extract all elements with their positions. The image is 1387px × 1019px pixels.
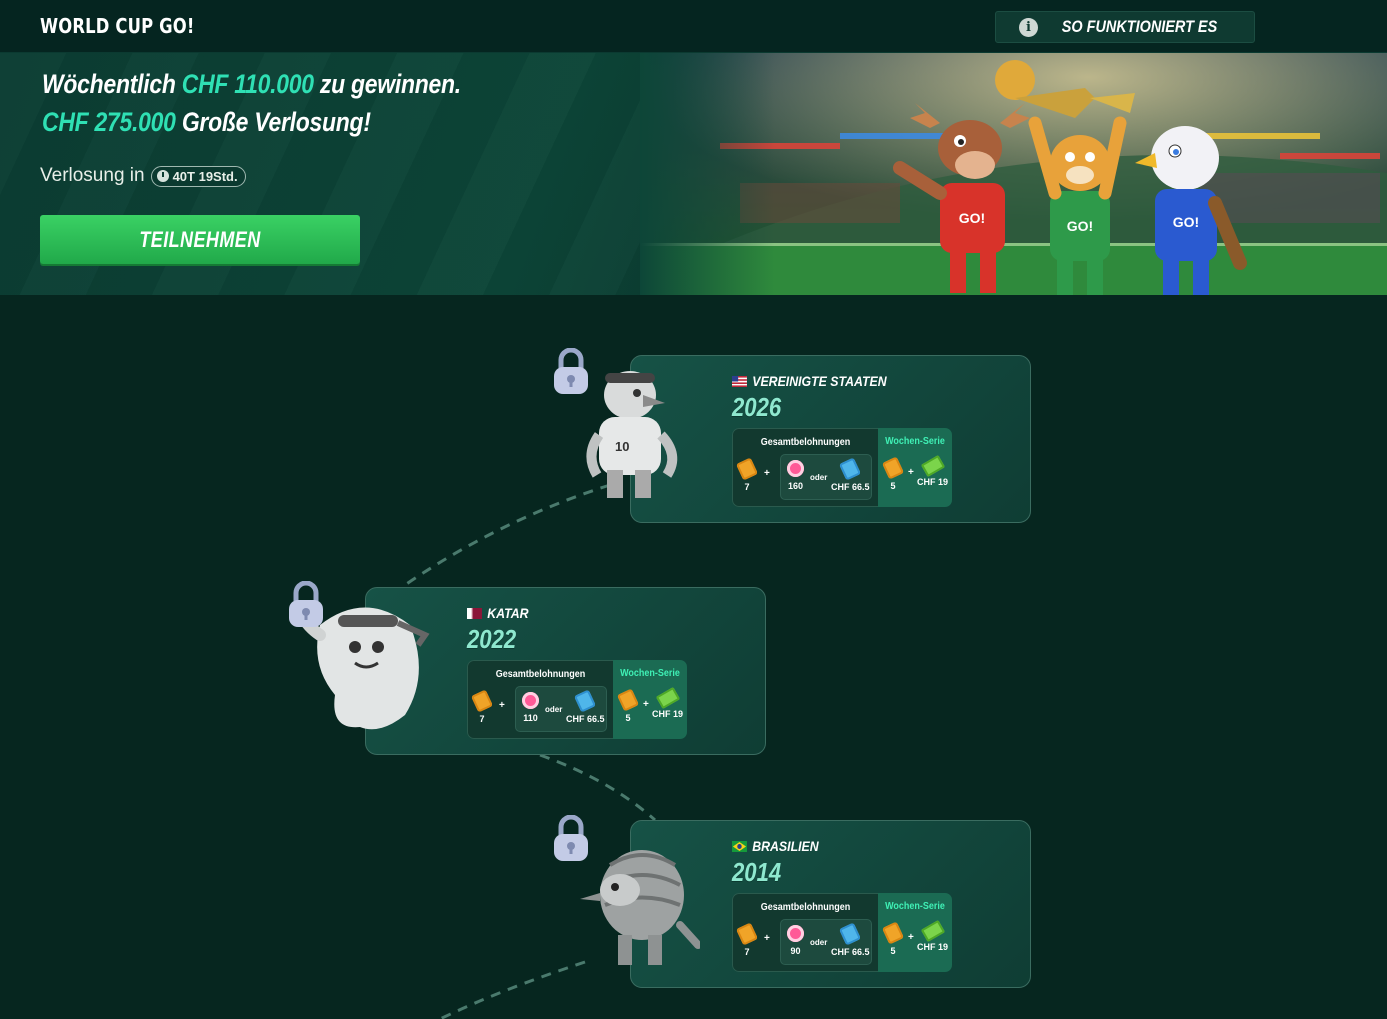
total-rewards: Gesamtbelohnungen 7 + 160 oder CHF 66.5 xyxy=(732,428,878,507)
tickets-count: 7 xyxy=(744,947,750,957)
chips-count: 90 xyxy=(790,946,801,956)
or-label: oder xyxy=(810,938,828,947)
ticket-icon xyxy=(470,689,494,713)
series-tickets-count: 5 xyxy=(890,946,896,956)
series-tickets-count: 5 xyxy=(890,481,896,491)
lock-icon xyxy=(554,348,588,394)
total-rewards-header: Gesamtbelohnungen xyxy=(760,437,851,448)
rewards-panel: Gesamtbelohnungen 7 + 110 oder CHF 66.5 … xyxy=(467,660,687,739)
cash-amount: CHF 66.5 xyxy=(831,947,870,957)
or-label: oder xyxy=(810,473,828,482)
flag-usa-icon xyxy=(732,375,747,387)
chips-count: 160 xyxy=(787,481,804,491)
country-name: VEREINIGTE STAATEN xyxy=(752,373,887,389)
chips-count: 110 xyxy=(523,713,538,723)
cash-icon xyxy=(655,686,680,710)
country-name: BRASILIEN xyxy=(752,838,819,854)
reward-choice: 90 oder CHF 66.5 xyxy=(780,919,872,965)
cash-amount: CHF 66.5 xyxy=(566,714,605,724)
total-rewards: Gesamtbelohnungen 7 + 110 oder CHF 66.5 xyxy=(467,660,613,739)
stage-year: 2026 xyxy=(732,392,782,422)
stage-card-usa-2026[interactable]: VEREINIGTE STAATEN 2026 Gesamtbelohnunge… xyxy=(630,355,1031,523)
weekly-series-header: Wochen-Serie xyxy=(885,436,945,447)
lock-icon xyxy=(289,581,323,627)
tickets-count: 7 xyxy=(479,714,485,724)
ticket-icon xyxy=(881,921,905,945)
bonus-ticket-icon xyxy=(839,457,862,481)
rewards-panel: Gesamtbelohnungen 7 + 160 oder CHF 66.5 … xyxy=(732,428,952,507)
series-cash-amount: CHF 19 xyxy=(917,477,949,487)
plus-sign: + xyxy=(764,468,770,479)
total-rewards-header: Gesamtbelohnungen xyxy=(760,902,851,913)
ticket-icon xyxy=(881,456,905,480)
ticket-icon xyxy=(735,922,759,946)
weekly-series: Wochen-Serie 5 + CHF 19 xyxy=(878,893,952,972)
plus-sign: + xyxy=(908,467,914,478)
stage-country: KATAR xyxy=(467,605,529,621)
stage-country: BRASILIEN xyxy=(732,838,819,854)
weekly-series-header: Wochen-Serie xyxy=(620,668,680,679)
stage-year: 2022 xyxy=(467,624,517,654)
stage-country: VEREINIGTE STAATEN xyxy=(732,373,887,389)
plus-sign: + xyxy=(499,700,505,711)
country-name: KATAR xyxy=(487,605,529,621)
rewards-panel: Gesamtbelohnungen 7 + 90 oder CHF 66.5 W… xyxy=(732,893,952,972)
cash-icon xyxy=(920,919,945,943)
series-cash-amount: CHF 19 xyxy=(917,942,949,952)
or-label: oder xyxy=(545,705,563,714)
weekly-series: Wochen-Serie 5 + CHF 19 xyxy=(613,660,687,739)
tickets-count: 7 xyxy=(744,482,750,492)
reward-choice: 160 oder CHF 66.5 xyxy=(780,454,872,500)
reward-choice: 110 oder CHF 66.5 xyxy=(515,686,607,732)
plus-sign: + xyxy=(764,933,770,944)
flag-qatar-icon xyxy=(467,607,482,619)
cash-amount: CHF 66.5 xyxy=(831,482,870,492)
plus-sign: + xyxy=(908,932,914,943)
plus-sign: + xyxy=(643,699,649,710)
svg-text:10: 10 xyxy=(615,439,629,454)
chip-icon xyxy=(787,925,804,942)
armadillo-mascot-image xyxy=(580,850,700,965)
series-cash-amount: CHF 19 xyxy=(652,709,684,719)
flag-brazil-icon xyxy=(732,840,747,852)
chip-icon xyxy=(787,460,804,477)
ticket-icon xyxy=(616,688,640,712)
eagle-mascot-image: 10 xyxy=(586,371,678,498)
total-rewards: Gesamtbelohnungen 7 + 90 oder CHF 66.5 xyxy=(732,893,878,972)
lock-icon xyxy=(554,815,588,861)
stage-year: 2014 xyxy=(732,857,782,887)
ticket-icon xyxy=(735,457,759,481)
total-rewards-header: Gesamtbelohnungen xyxy=(495,669,586,680)
cash-icon xyxy=(920,454,945,478)
weekly-series: Wochen-Serie 5 + CHF 19 xyxy=(878,428,952,507)
series-tickets-count: 5 xyxy=(625,713,631,723)
bonus-ticket-icon xyxy=(839,922,862,946)
weekly-series-header: Wochen-Serie xyxy=(885,901,945,912)
chip-icon xyxy=(522,692,539,709)
bonus-ticket-icon xyxy=(574,689,597,713)
